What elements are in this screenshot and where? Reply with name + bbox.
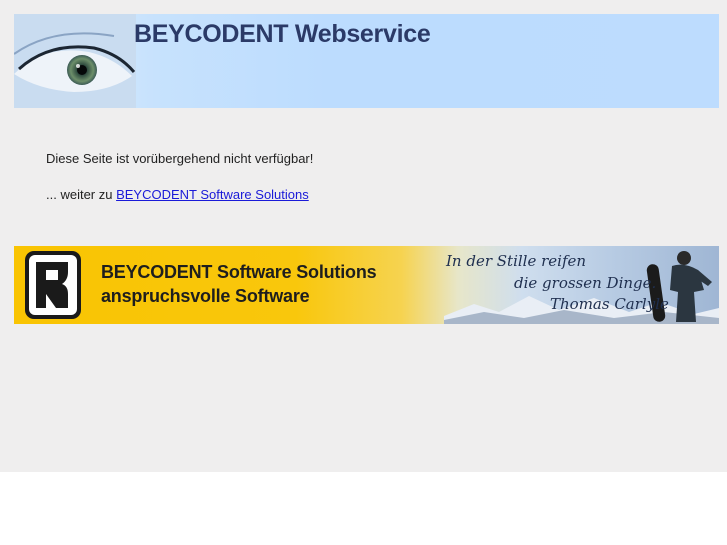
quote-line-2: die grossen Dinge. [514,274,657,292]
quote-author: Thomas Carlyle [550,295,669,313]
beycodent-logo-icon [25,251,81,319]
continue-prefix: ... weiter zu [46,187,117,202]
unavailable-message: Diese Seite ist vorübergehend nicht verf… [46,151,314,166]
banner-subtitle: anspruchsvolle Software [101,286,310,306]
software-solutions-banner[interactable]: BEYCODENT Software Solutions anspruchsvo… [14,246,719,324]
header-banner: BEYCODENT Webservice [14,14,719,108]
quote-line-1: In der Stille reifen [446,252,587,270]
site-title: BEYCODENT Webservice [134,20,431,48]
eye-image [14,14,136,108]
continue-line: ... weiter zu BEYCODENT Software Solutio… [46,187,309,202]
beycodent-software-link[interactable]: BEYCODENT Software Solutions [116,187,309,202]
banner-title: BEYCODENT Software Solutions [101,262,377,282]
